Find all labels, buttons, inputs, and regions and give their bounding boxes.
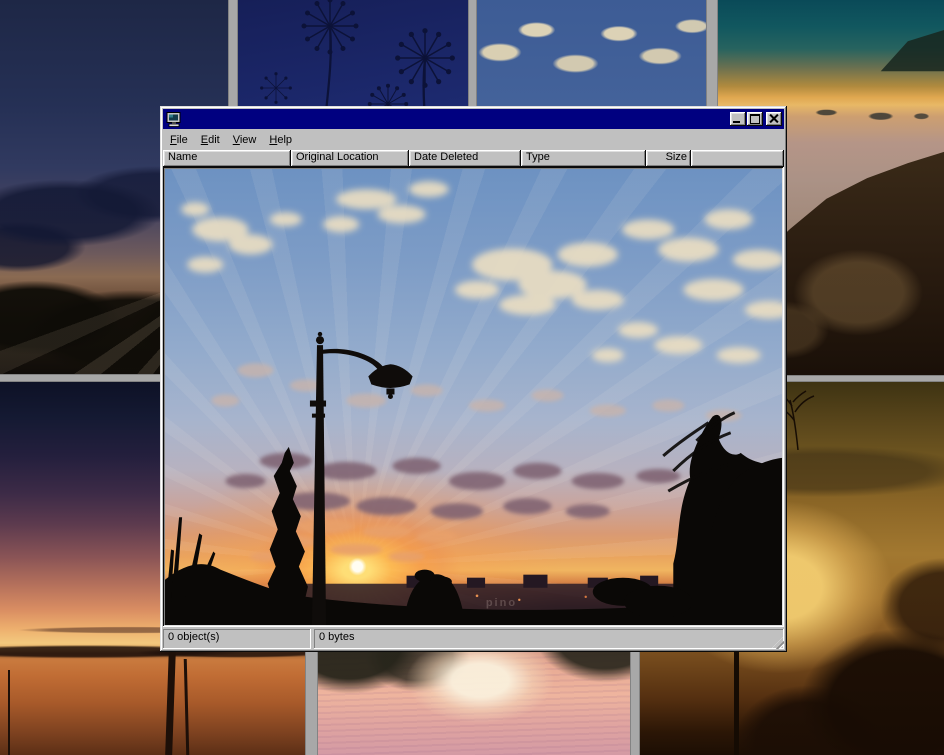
clouds-upper [181, 181, 782, 363]
sunset-streetlamp-photo: pino [165, 169, 782, 625]
column-header-size[interactable]: Size [646, 150, 691, 167]
recycle-bin-window: File Edit View Help Name Original Locati… [160, 106, 787, 652]
status-bytes: 0 bytes [314, 629, 784, 649]
column-header-date-deleted[interactable]: Date Deleted [409, 150, 521, 167]
clouds-lower [225, 453, 733, 519]
photo-watermark: pino [486, 597, 517, 609]
column-header-original-location[interactable]: Original Location [291, 150, 409, 167]
menu-file[interactable]: File [164, 132, 195, 149]
column-header-blank[interactable] [691, 150, 784, 167]
minimize-button[interactable] [730, 112, 746, 126]
minimize-icon [733, 121, 740, 123]
clouds-mid [211, 363, 741, 421]
desktop: { "desktop": { "gap_color": "#a8a8a8", "… [0, 0, 944, 755]
status-bar: 0 object(s) 0 bytes [163, 627, 784, 649]
close-icon [769, 114, 778, 123]
photo-silhouette-layer [165, 169, 782, 625]
maximize-button[interactable] [747, 112, 763, 126]
status-objects: 0 object(s) [163, 629, 311, 649]
water-pole [165, 650, 176, 755]
maximize-icon [750, 114, 760, 124]
file-list-area[interactable]: pino [163, 167, 784, 627]
menu-edit[interactable]: Edit [195, 132, 227, 149]
column-header-name[interactable]: Name [163, 150, 291, 167]
computer-icon [166, 112, 182, 127]
menu-help[interactable]: Help [263, 132, 299, 149]
column-header-row: Name Original Location Date Deleted Type… [163, 150, 784, 167]
menu-view[interactable]: View [227, 132, 264, 149]
column-header-type[interactable]: Type [521, 150, 646, 167]
title-bar[interactable] [163, 109, 784, 129]
menu-bar: File Edit View Help [163, 130, 784, 150]
close-button[interactable] [766, 112, 782, 126]
water-pole [8, 670, 10, 755]
water-pole [184, 659, 190, 755]
